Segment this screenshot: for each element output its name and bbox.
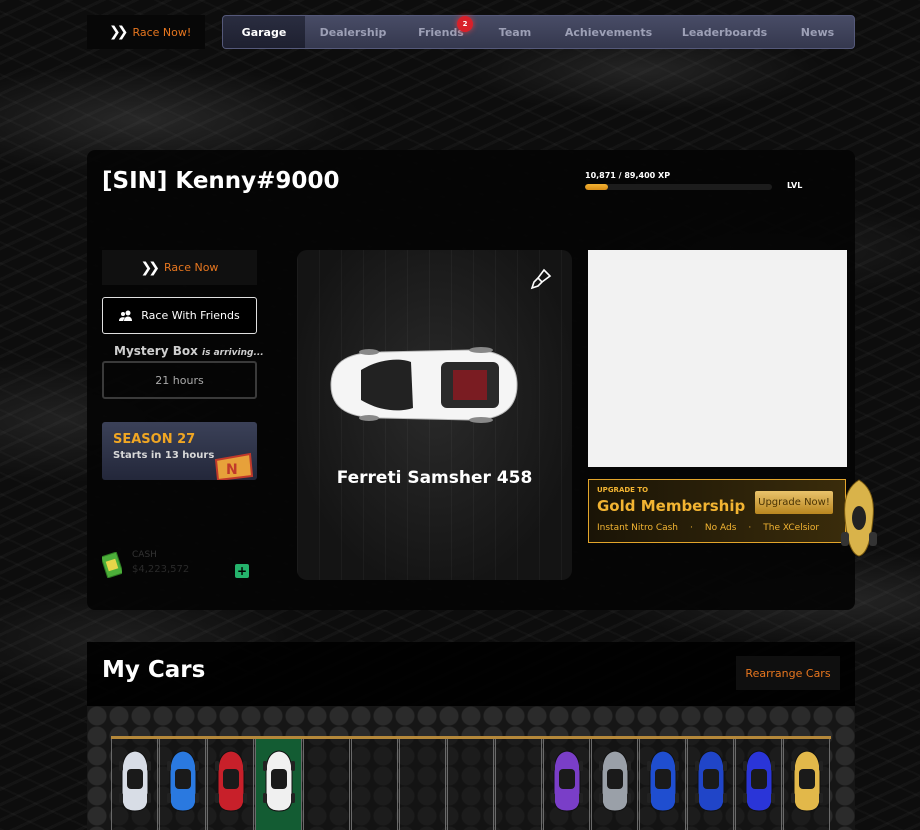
purple-kart-icon bbox=[551, 750, 583, 812]
garage-slot[interactable] bbox=[591, 739, 638, 830]
my-cars-title: My Cars bbox=[102, 657, 206, 683]
season-banner[interactable]: SEASON 27 Starts in 13 hours N bbox=[102, 422, 257, 480]
profile-panel: [SIN] Kenny#9000 10,871 / 89,400 XP LVL … bbox=[87, 150, 877, 610]
nitro-type-logo-icon: N bbox=[214, 452, 254, 480]
tab-garage[interactable]: Garage bbox=[223, 16, 305, 48]
friends-notification-badge: 2 bbox=[457, 16, 473, 32]
main-nav: Garage Dealership Friends 2 Team Achieve… bbox=[222, 15, 855, 49]
tab-dealership[interactable]: Dealership bbox=[305, 16, 401, 48]
cash-value: $4,223,572 bbox=[132, 564, 190, 575]
garage-slot[interactable] bbox=[495, 739, 542, 830]
garage-slot[interactable] bbox=[639, 739, 686, 830]
race-with-friends-label: Race With Friends bbox=[141, 309, 240, 322]
car-display: Ferreti Samsher 458 bbox=[297, 250, 572, 580]
season-title: SEASON 27 bbox=[113, 432, 196, 447]
garage-slot[interactable] bbox=[207, 739, 254, 830]
double-chevron-icon: ❯❯ bbox=[109, 24, 129, 40]
xp-text: 10,871 / 89,400 XP bbox=[585, 171, 671, 180]
selected-car-image bbox=[330, 347, 518, 423]
gold-perks: Instant Nitro Cash · No Ads · The XCelsi… bbox=[597, 523, 820, 533]
race-with-friends-button[interactable]: Race With Friends bbox=[102, 297, 257, 334]
garage-slot[interactable] bbox=[735, 739, 782, 830]
paintbrush-icon[interactable] bbox=[530, 268, 552, 290]
garage-slot[interactable] bbox=[255, 739, 302, 830]
cash-icon bbox=[102, 552, 122, 578]
race-now-label: Race Now bbox=[164, 261, 219, 274]
tab-news[interactable]: News bbox=[781, 16, 854, 48]
mystery-box-label: Mystery Box is arriving... bbox=[114, 344, 264, 358]
add-cash-button[interactable]: + bbox=[235, 564, 249, 578]
car-garage-slots bbox=[87, 706, 855, 830]
garage-slot[interactable] bbox=[303, 739, 350, 830]
blue-buggy-icon bbox=[647, 750, 679, 812]
gold-blue-car-icon bbox=[791, 750, 823, 812]
blue-sports-car-icon bbox=[695, 750, 727, 812]
race-now-button[interactable]: ❯❯ Race Now bbox=[102, 250, 257, 285]
gold-membership-banner[interactable]: UPGRADE TO Gold Membership Instant Nitro… bbox=[588, 479, 846, 543]
mystery-box-timer: 21 hours bbox=[102, 361, 257, 399]
race-now-top-button[interactable]: ❯❯ Race Now! bbox=[87, 15, 205, 49]
white-blue-car-icon bbox=[119, 750, 151, 812]
garage-slot[interactable] bbox=[399, 739, 446, 830]
red-formula-car-icon bbox=[215, 750, 247, 812]
xp-progress-fill bbox=[585, 184, 608, 190]
tab-achievements[interactable]: Achievements bbox=[549, 16, 668, 48]
cash-label: CASH bbox=[132, 550, 157, 560]
white-ferrari-car-icon bbox=[263, 750, 295, 812]
garage-slot[interactable] bbox=[111, 739, 158, 830]
rearrange-cars-button[interactable]: Rearrange Cars bbox=[736, 656, 840, 690]
garage-slot[interactable] bbox=[543, 739, 590, 830]
tab-friends[interactable]: Friends 2 bbox=[401, 16, 481, 48]
garage-slot[interactable] bbox=[351, 739, 398, 830]
gold-membership-title: Gold Membership bbox=[597, 497, 746, 515]
garage-slot[interactable] bbox=[447, 739, 494, 830]
my-cars-header: My Cars Rearrange Cars bbox=[87, 642, 855, 706]
xcelsior-car-icon bbox=[841, 479, 877, 557]
garage-slot[interactable] bbox=[783, 739, 830, 830]
level-label: LVL bbox=[787, 181, 803, 190]
blue-car-icon bbox=[167, 750, 199, 812]
tab-leaderboards[interactable]: Leaderboards bbox=[668, 16, 781, 48]
garage-slot[interactable] bbox=[159, 739, 206, 830]
player-name: [SIN] Kenny#9000 bbox=[102, 168, 340, 194]
silver-pod-car-icon bbox=[599, 750, 631, 812]
car-name: Ferreti Samsher 458 bbox=[336, 468, 533, 488]
svg-text:N: N bbox=[226, 462, 238, 478]
double-chevron-icon: ❯❯ bbox=[140, 259, 161, 276]
upgrade-now-button[interactable]: Upgrade Now! bbox=[755, 491, 833, 514]
xp-progress-bar bbox=[585, 184, 772, 190]
garage-slot[interactable] bbox=[687, 739, 734, 830]
friends-icon bbox=[119, 310, 133, 321]
cash-display: CASH $4,223,572 + bbox=[102, 548, 252, 582]
blue-truck-icon bbox=[743, 750, 775, 812]
upgrade-to-label: UPGRADE TO bbox=[597, 486, 649, 494]
season-start-text: Starts in 13 hours bbox=[113, 450, 215, 461]
race-now-label: Race Now! bbox=[132, 25, 192, 39]
advertisement-box bbox=[588, 250, 847, 467]
tab-team[interactable]: Team bbox=[481, 16, 549, 48]
